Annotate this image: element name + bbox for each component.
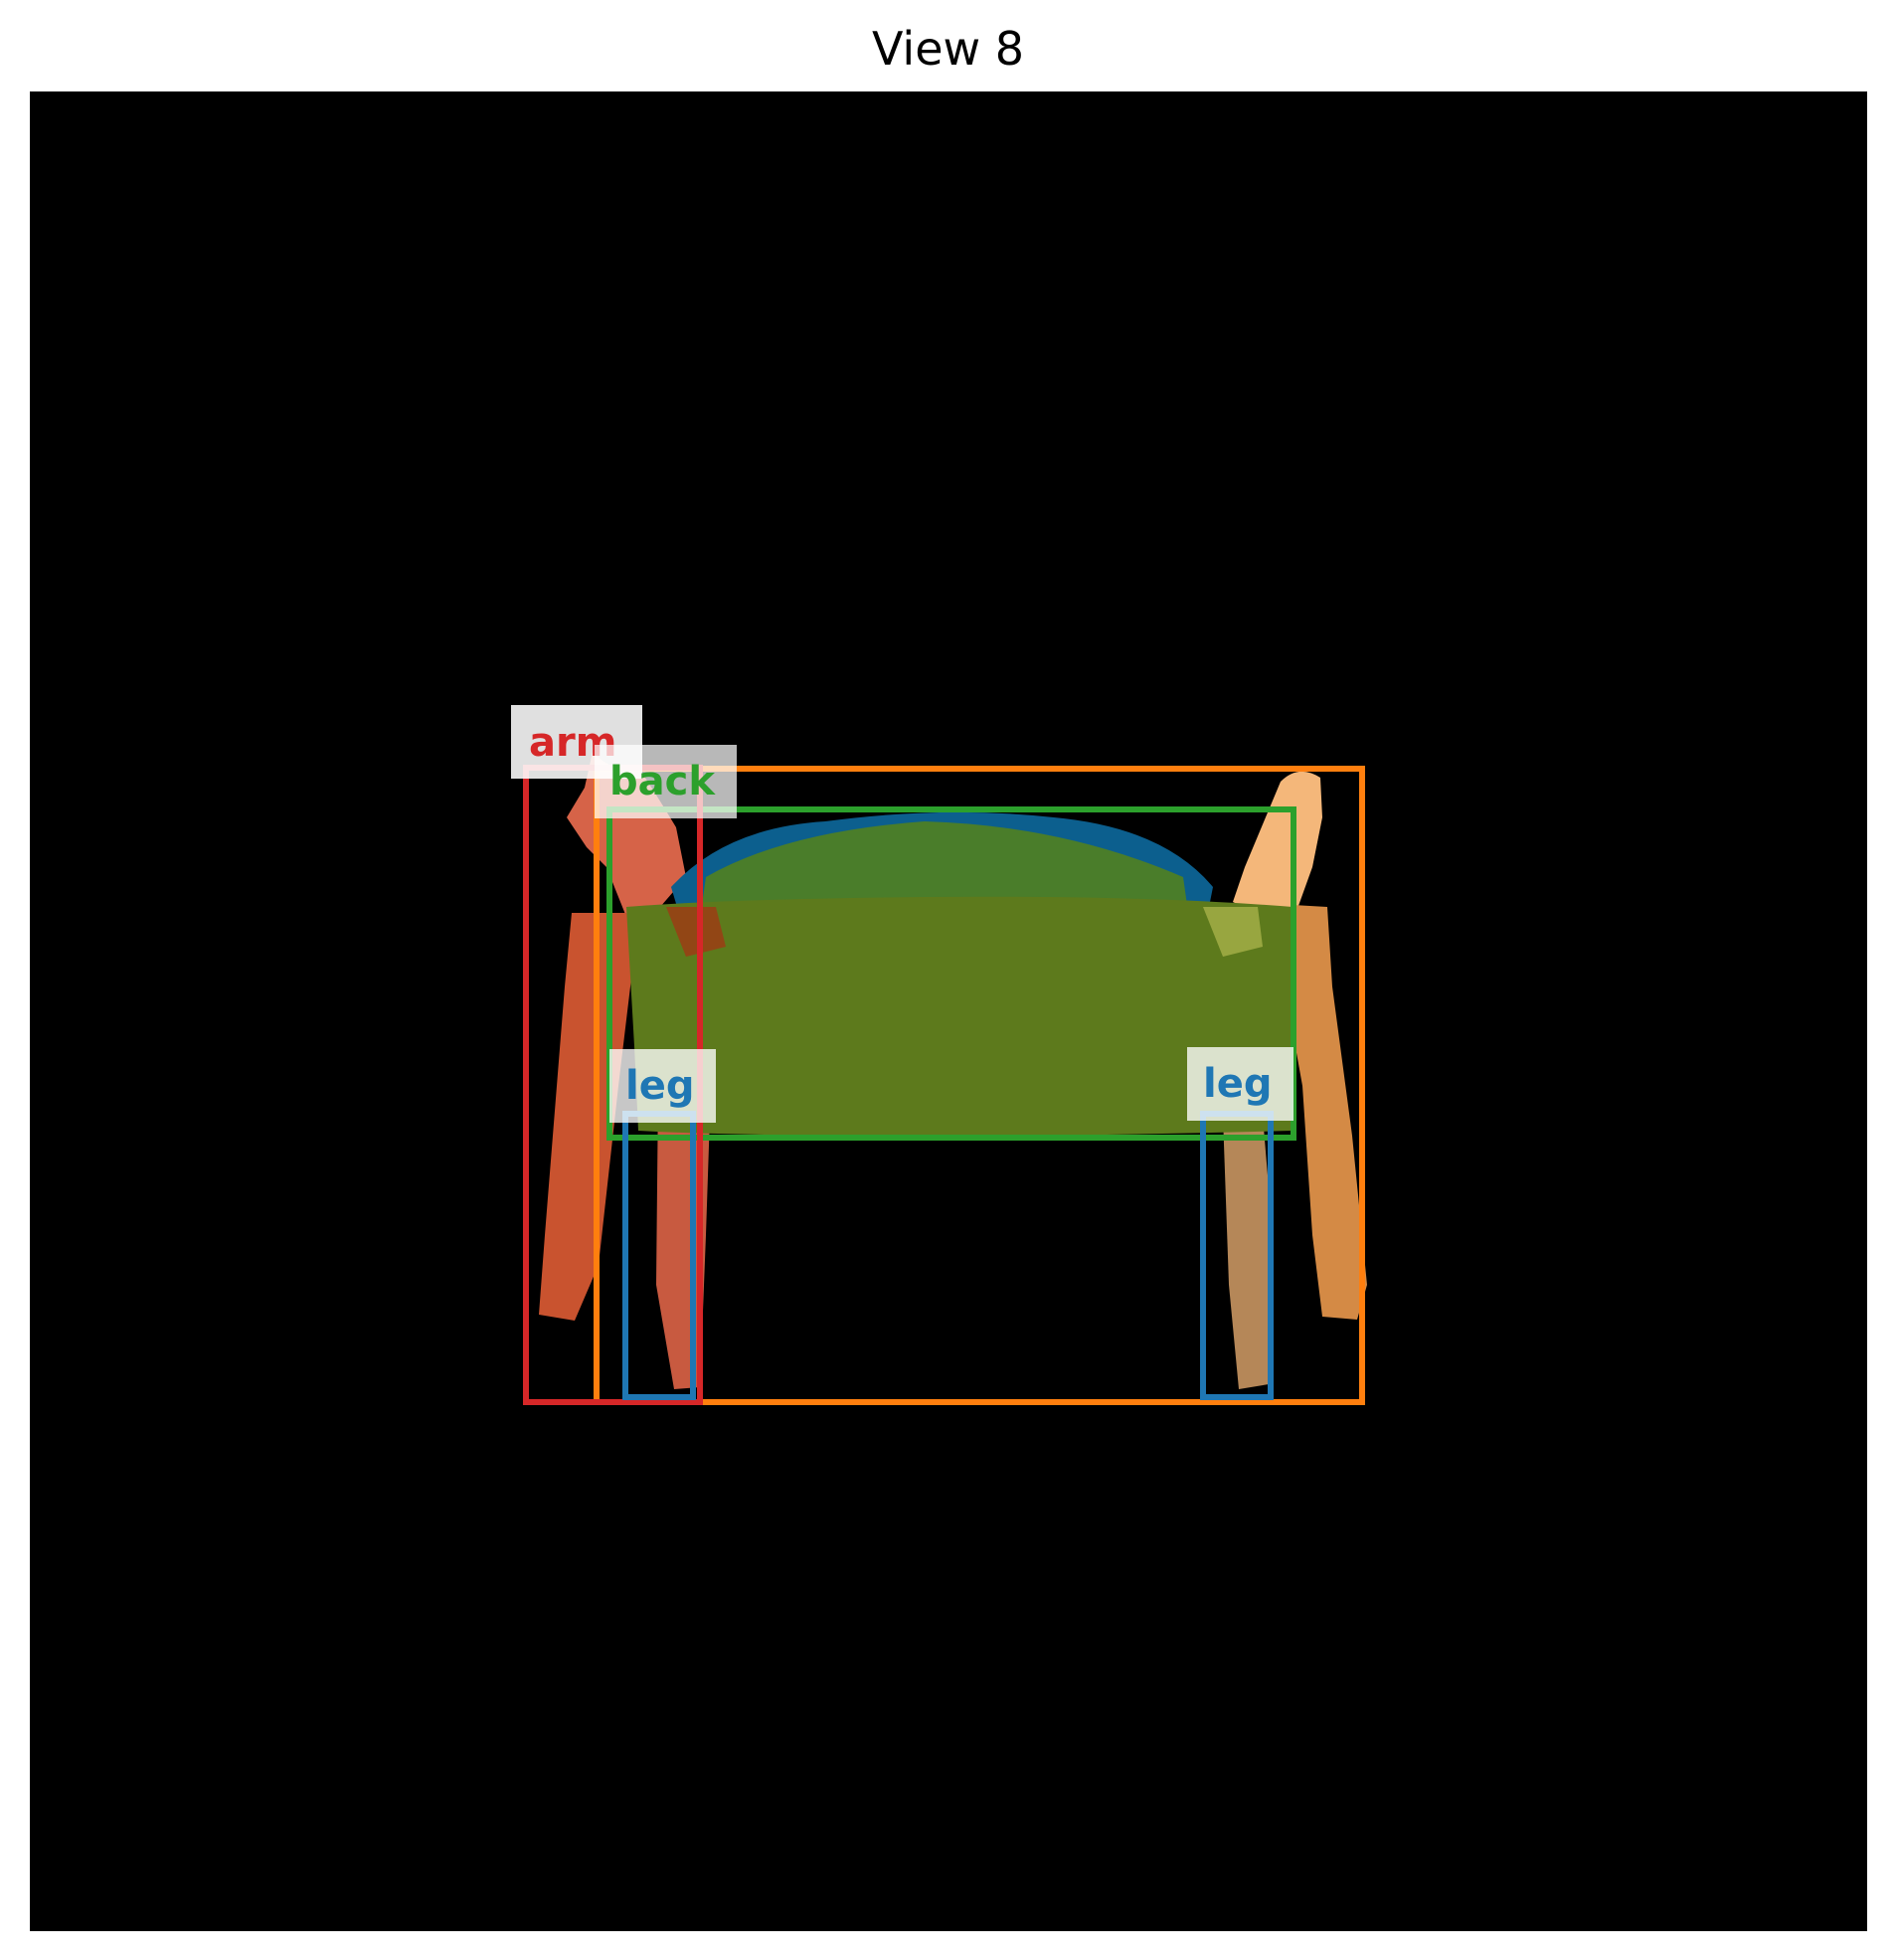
view-title: View 8 xyxy=(871,22,1025,76)
point-cloud-scene: arm back leg leg xyxy=(511,705,1367,1405)
render-canvas: arm back leg leg xyxy=(30,91,1867,1931)
back-label: back xyxy=(609,759,716,804)
leg-label-right: leg xyxy=(1203,1061,1272,1107)
leg-label-left: leg xyxy=(625,1063,694,1109)
